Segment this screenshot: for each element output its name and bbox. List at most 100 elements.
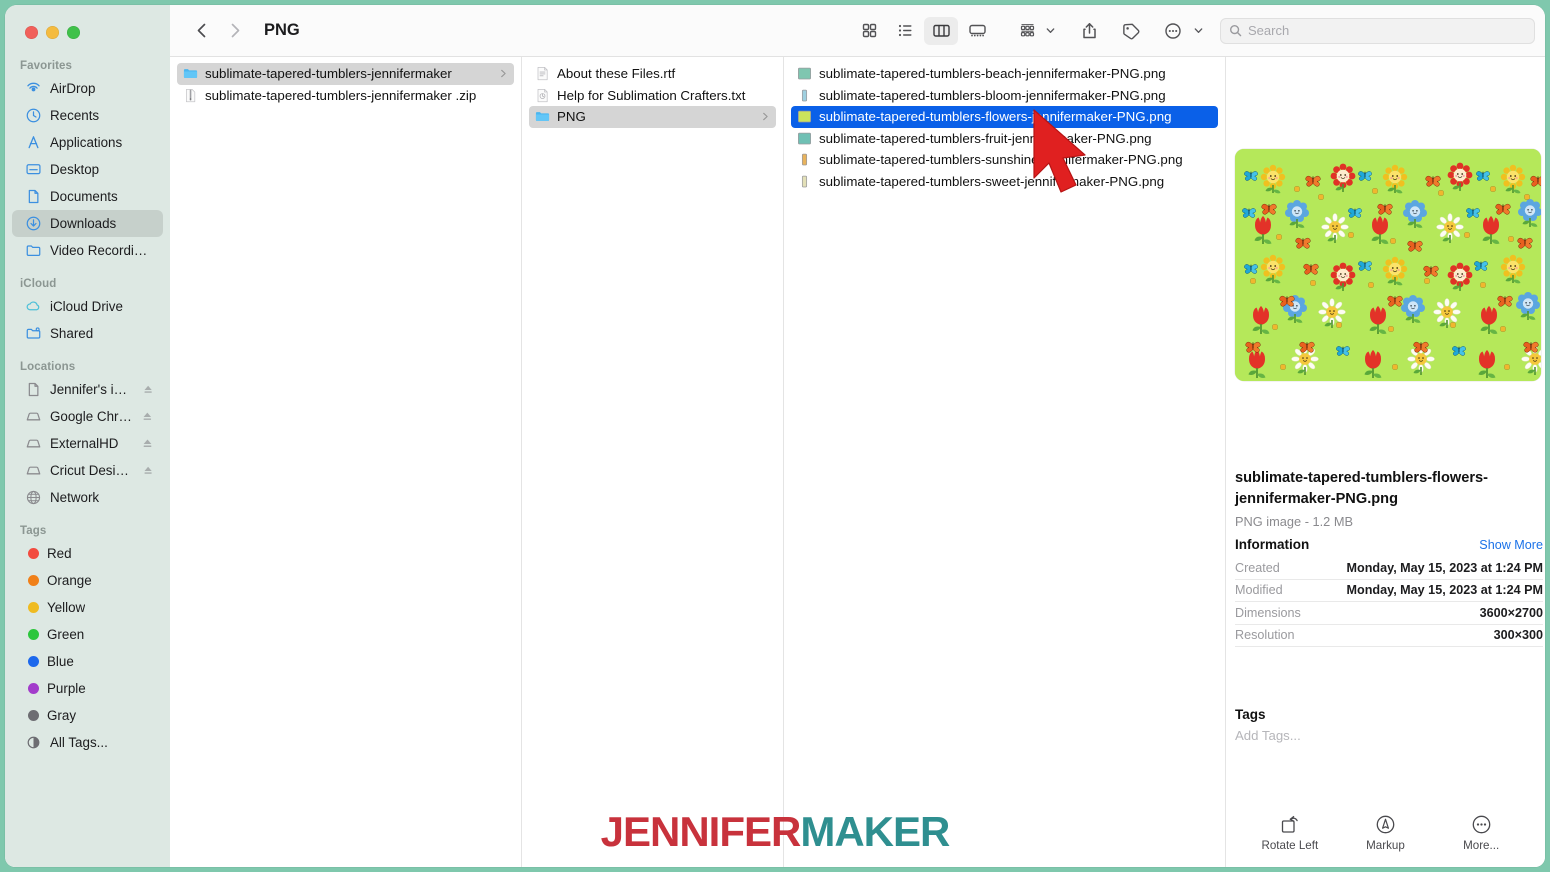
sidebar-item-jennifer-s-iph[interactable]: Jennifer's iPh... (12, 376, 163, 403)
sidebar-item-network[interactable]: Network (12, 484, 163, 511)
preview-actions-bar: Rotate Left Markup More... (1226, 805, 1545, 867)
sidebar-item-airdrop[interactable]: AirDrop (12, 75, 163, 102)
sidebar-item-google-chro[interactable]: Google Chro... (12, 403, 163, 430)
tag-dot-icon (28, 656, 39, 667)
sidebar-item-label: Downloads (50, 216, 117, 231)
list-view-button[interactable] (888, 17, 922, 45)
tag-button[interactable] (1114, 17, 1148, 45)
sidebar-item-label: Video Recordings (50, 243, 153, 258)
columns-icon (932, 24, 950, 37)
file-row[interactable]: sublimate-tapered-tumblers-sweet-jennife… (791, 171, 1218, 193)
sidebar-item-label: iCloud Drive (50, 299, 123, 314)
show-more-link[interactable]: Show More (1479, 538, 1543, 552)
more-actions-button[interactable] (1156, 17, 1190, 45)
markup-button[interactable]: Markup (1348, 814, 1422, 852)
chevron-right-icon (763, 113, 768, 121)
file-row-label: sublimate-tapered-tumblers-flowers-jenni… (819, 109, 1172, 125)
sidebar-item-desktop[interactable]: Desktop (12, 156, 163, 183)
file-row[interactable]: sublimate-tapered-tumblers-beach-jennife… (791, 63, 1218, 85)
sidebar-item-label: Green (47, 627, 85, 642)
file-row[interactable]: sublimate-tapered-tumblers-sunshine-jenn… (791, 149, 1218, 171)
sidebar-item-purple[interactable]: Purple (12, 675, 163, 702)
column-2[interactable]: About these Files.rtf Help for Sublimatio… (522, 57, 784, 867)
sidebar-item-externalhd[interactable]: ExternalHD (12, 430, 163, 457)
search-field[interactable]: Search (1220, 17, 1535, 44)
more-label: More... (1463, 839, 1500, 852)
rotate-left-label: Rotate Left (1261, 839, 1319, 852)
sidebar-item-gray[interactable]: Gray (12, 702, 163, 729)
eject-icon[interactable] (142, 438, 153, 449)
png-thumb-icon (801, 89, 808, 102)
more-chevron-down-icon[interactable] (1193, 25, 1204, 36)
sidebar-item-label: Desktop (50, 162, 100, 177)
file-row[interactable]: PNG (529, 106, 776, 128)
sidebar: Favorites AirDrop Recents Applications Deskt… (5, 5, 170, 867)
applications-icon (28, 136, 39, 149)
file-row-label: About these Files.rtf (557, 66, 676, 82)
information-header: Information Show More (1235, 537, 1543, 552)
info-row: Resolution 300×300 (1235, 625, 1543, 647)
disk-icon (26, 412, 41, 421)
sidebar-item-downloads[interactable]: Downloads (12, 210, 163, 237)
share-button[interactable] (1072, 17, 1106, 45)
sidebar-item-shared[interactable]: Shared (12, 320, 163, 347)
sidebar-item-green[interactable]: Green (12, 621, 163, 648)
file-row[interactable]: Help for Sublimation Crafters.txt (529, 85, 776, 107)
close-button[interactable] (25, 26, 38, 39)
desktop-icon (26, 164, 41, 175)
sidebar-item-label: ExternalHD (50, 436, 119, 451)
info-row-key: Modified (1235, 583, 1283, 598)
file-row[interactable]: About these Files.rtf (529, 63, 776, 85)
rotate-left-button[interactable]: Rotate Left (1253, 814, 1327, 852)
chevron-down-icon[interactable] (1045, 25, 1056, 36)
png-thumb-icon (801, 175, 808, 188)
sidebar-item-documents[interactable]: Documents (12, 183, 163, 210)
gallery-view-button[interactable] (960, 17, 994, 45)
zoom-button[interactable] (67, 26, 80, 39)
window-controls[interactable] (25, 26, 80, 39)
sidebar-item-video-recordings[interactable]: Video Recordings (12, 237, 163, 264)
eject-icon[interactable] (142, 411, 153, 422)
more-preview-button[interactable]: More... (1444, 814, 1518, 852)
file-row[interactable]: sublimate-tapered-tumblers-jennifermaker (177, 63, 514, 85)
icon-view-button[interactable] (852, 17, 886, 45)
sidebar-item-all-tags[interactable]: All Tags... (12, 729, 163, 756)
sidebar-item-yellow[interactable]: Yellow (12, 594, 163, 621)
sidebar-item-label: Jennifer's iPh... (50, 382, 135, 397)
arrow-cursor-icon (1033, 109, 1086, 193)
sidebar-item-blue[interactable]: Blue (12, 648, 163, 675)
info-row-value: 3600×2700 (1479, 605, 1543, 620)
markup-icon (1376, 815, 1395, 834)
file-row[interactable]: sublimate-tapered-tumblers-jennifermaker… (177, 85, 514, 107)
sidebar-item-label: Orange (47, 573, 92, 588)
info-row-key: Resolution (1235, 628, 1295, 643)
add-tags-input[interactable]: Add Tags... (1235, 728, 1301, 743)
file-row-label: sublimate-tapered-tumblers-bloom-jennife… (819, 87, 1166, 103)
eject-icon[interactable] (143, 465, 153, 476)
more-ellipsis-icon (1165, 22, 1181, 39)
file-row[interactable]: sublimate-tapered-tumblers-flowers-jenni… (791, 106, 1218, 128)
sidebar-item-recents[interactable]: Recents (12, 102, 163, 129)
sidebar-item-icloud-drive[interactable]: iCloud Drive (12, 293, 163, 320)
sidebar-item-applications[interactable]: Applications (12, 129, 163, 156)
zip-icon (186, 88, 196, 102)
back-button[interactable] (184, 16, 218, 46)
disk-icon (26, 439, 41, 448)
group-by-button[interactable] (1012, 17, 1042, 45)
file-row[interactable]: sublimate-tapered-tumblers-fruit-jennife… (791, 128, 1218, 150)
sidebar-section-locations: Locations (20, 361, 76, 373)
search-icon (1229, 24, 1242, 37)
forward-button[interactable] (218, 16, 252, 46)
sidebar-item-cricut-design[interactable]: Cricut Design... (12, 457, 163, 484)
column-1[interactable]: sublimate-tapered-tumblers-jennifermaker… (170, 57, 522, 867)
file-row[interactable]: sublimate-tapered-tumblers-bloom-jennife… (791, 85, 1218, 107)
information-rows: Created Monday, May 15, 2023 at 1:24 PM Mo… (1235, 557, 1543, 647)
sidebar-item-orange[interactable]: Orange (12, 567, 163, 594)
column-view-button[interactable] (924, 16, 958, 45)
sidebar-item-label: Google Chro... (50, 409, 135, 424)
column-3[interactable]: sublimate-tapered-tumblers-beach-jennife… (784, 57, 1226, 867)
sidebar-item-red[interactable]: Red (12, 540, 163, 567)
minimize-button[interactable] (46, 26, 59, 39)
eject-icon[interactable] (143, 384, 153, 395)
clock-icon (26, 108, 41, 123)
